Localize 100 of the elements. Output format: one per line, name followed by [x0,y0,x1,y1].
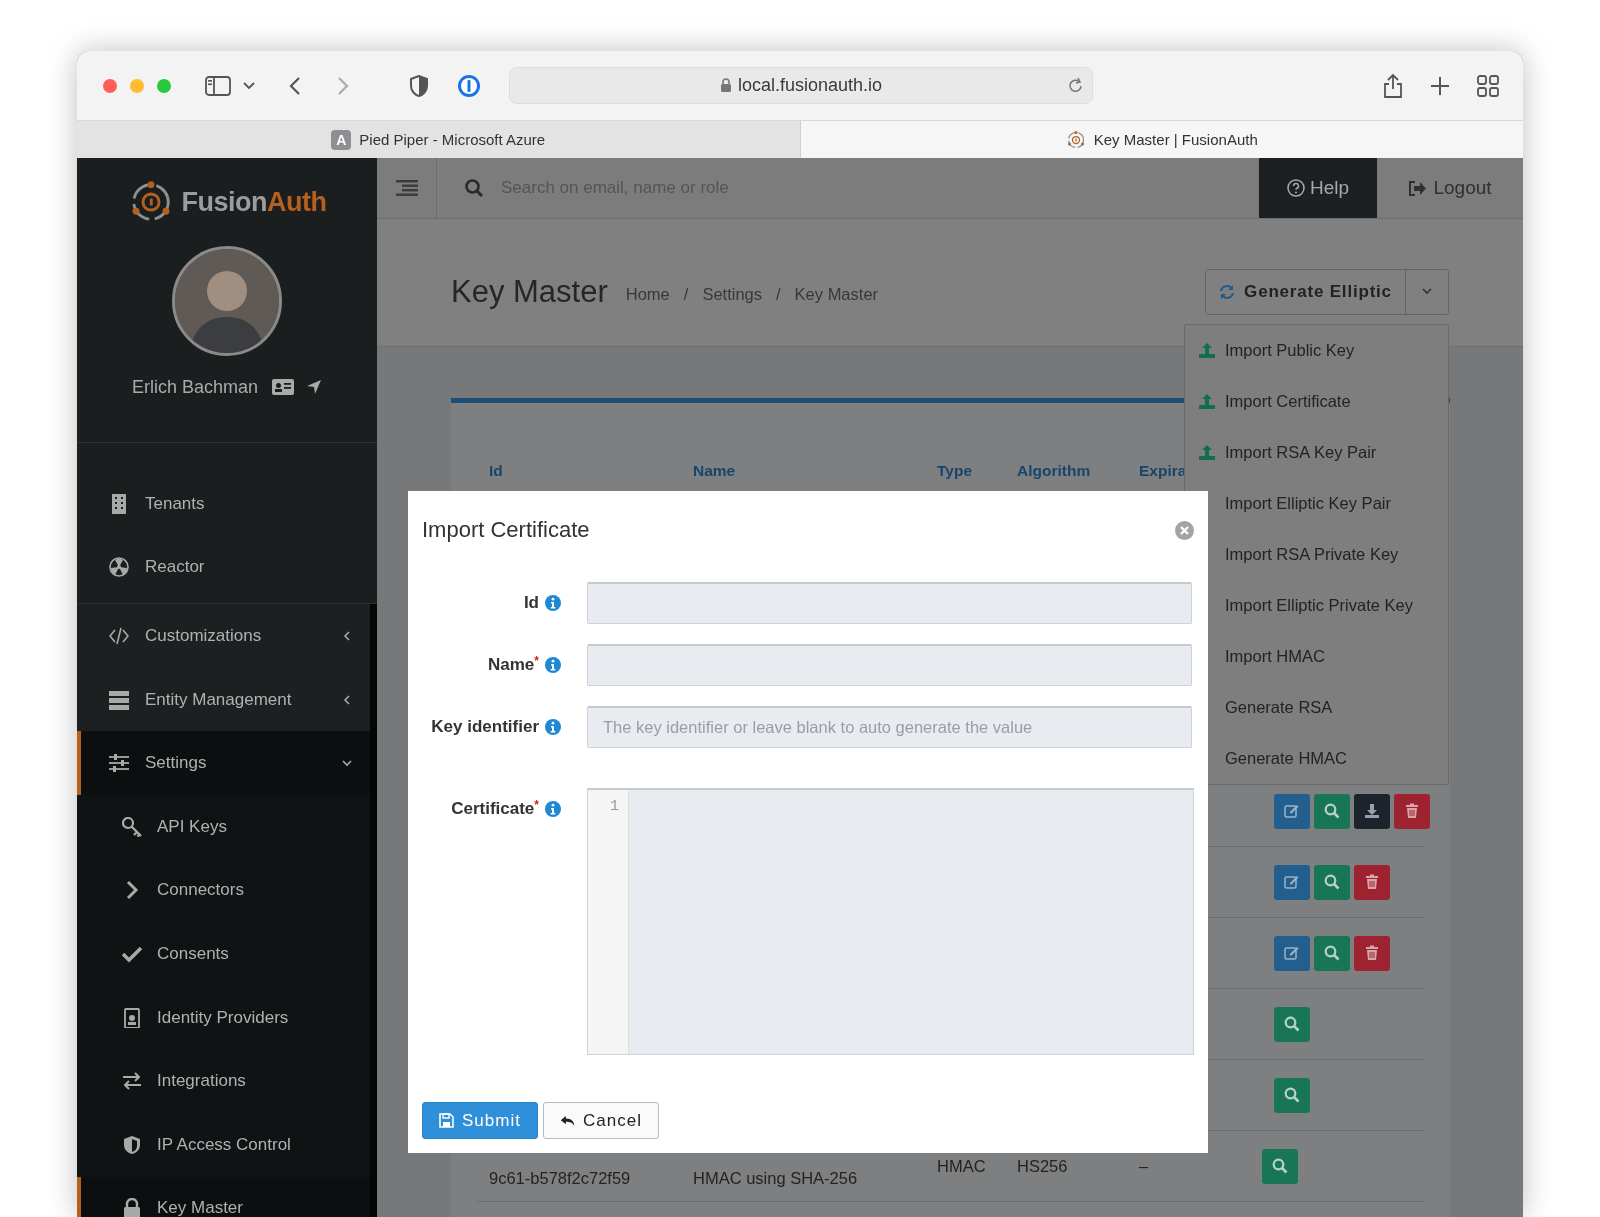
logo-icon [1065,129,1086,150]
edit-icon [1284,874,1300,890]
view-button[interactable] [1314,864,1350,900]
menu-item[interactable]: Import RSA Key Pair [1185,427,1448,478]
help-button[interactable]: Help [1259,158,1377,218]
browser-tab[interactable]: Key Master | FusionAuth [800,121,1523,158]
column-header[interactable]: Id [477,462,693,480]
forward-icon[interactable] [337,75,349,96]
view-button[interactable] [1314,793,1350,829]
delete-button[interactable] [1394,793,1430,829]
close-icon[interactable] [1175,520,1194,540]
nav-item[interactable]: Consents [77,922,370,986]
sidebar-toggle-icon[interactable] [205,75,231,96]
nav-item[interactable]: Reactor [77,535,377,600]
trash-icon [1364,945,1380,961]
delete-button[interactable] [1354,864,1390,900]
view-button[interactable] [1274,1006,1310,1042]
location-arrow-icon[interactable] [306,379,323,395]
building-icon [109,493,129,514]
field-label: Certificate [451,799,535,819]
input-field[interactable]: The key identifier or leave blank to auto generate the value [587,706,1192,748]
field-label: Key identifier [431,717,539,737]
reload-icon[interactable] [1068,77,1084,94]
breadcrumb-link[interactable]: Home [625,285,670,304]
browser-tab[interactable]: A Pied Piper - Microsoft Azure [77,121,801,158]
menu-item[interactable]: Import Certificate [1185,376,1448,427]
nav-item[interactable]: Key Master [77,1176,370,1217]
logout-button[interactable]: Logout [1377,158,1523,218]
view-button[interactable] [1314,935,1350,971]
id-card-icon[interactable] [272,379,295,395]
refresh-icon [1219,283,1236,300]
trash-icon [1404,803,1420,819]
line-number: 1 [610,797,620,817]
edit-button[interactable] [1274,935,1310,971]
input-field[interactable] [587,644,1192,686]
chevron-left-icon [342,631,352,641]
field-label: Name [488,655,535,675]
nav-item[interactable]: Entity Management [77,667,370,732]
submit-button[interactable]: Submit [422,1102,538,1139]
info-icon [545,719,561,735]
required-mark: * [534,654,539,668]
nav-item[interactable]: Customizations [77,604,370,668]
trash-icon [1364,874,1380,890]
input-field[interactable] [587,582,1192,624]
zoom-window-button[interactable] [157,78,171,93]
new-tab-icon[interactable] [1430,75,1450,96]
shield-icon[interactable] [409,74,429,97]
id-badge-icon [122,1007,142,1028]
column-header[interactable]: Name [693,462,937,480]
required-mark: * [534,798,539,812]
table-cell-text: – [1139,1156,1150,1176]
nav-item[interactable]: IP Access Control [77,1112,370,1177]
nav-item[interactable]: Settings [77,731,370,795]
edit-button[interactable] [1274,864,1310,900]
nav-item[interactable]: Tenants [77,472,377,536]
user-name[interactable]: Erlich Bachman [131,376,259,398]
search-icon [1324,874,1340,890]
breadcrumb-link[interactable]: Settings [702,285,762,304]
brand-name: FusionAuth [181,186,327,218]
download-button[interactable] [1354,793,1390,829]
edit-icon [1284,945,1300,961]
search-icon [1284,1087,1300,1103]
upload-icon [1199,393,1215,409]
view-button[interactable] [1274,1077,1310,1113]
column-header[interactable]: Algorithm [1017,462,1139,480]
menu-icon [395,180,418,196]
table-cell-text: HS256 [1017,1156,1069,1176]
lock-icon [122,1198,142,1217]
nav-item[interactable]: Identity Providers [77,985,370,1050]
back-icon[interactable] [289,75,301,96]
address-bar[interactable]: local.fusionauth.io [509,67,1093,104]
share-icon[interactable] [1383,72,1403,99]
sliders-icon [109,753,129,774]
chevron-left-icon [342,694,352,705]
nav-item[interactable]: API Keys [77,794,370,859]
edit-icon [1284,803,1300,819]
code-icon [109,626,129,646]
column-header[interactable]: Type [937,462,1017,480]
tab-overview-icon[interactable] [1477,74,1499,97]
view-button[interactable] [1262,1148,1298,1184]
table-cell-text: 9c61-b578f2c72f59 [488,1167,632,1188]
arrows-icon [122,1071,142,1092]
info-icon [545,801,561,817]
tab-title: Key Master | FusionAuth [1093,131,1258,148]
nav-item[interactable]: Integrations [77,1049,370,1113]
password-manager-icon[interactable] [457,73,481,98]
close-window-button[interactable] [103,78,117,93]
nav-item[interactable]: Connectors [77,858,370,923]
search-icon [1272,1158,1288,1174]
dialog-title: Import Certificate [422,517,590,543]
table-cell-text: HMAC [937,1156,987,1176]
info-icon [545,595,561,611]
delete-button[interactable] [1354,935,1390,971]
download-icon [1364,803,1380,819]
edit-button[interactable] [1274,793,1310,829]
menu-item[interactable]: Import Public Key [1185,325,1448,376]
chevron-down-icon[interactable] [243,81,255,90]
code-editor[interactable]: 1 [587,788,1194,1055]
cancel-button[interactable]: Cancel [543,1102,659,1139]
upload-icon [1199,342,1215,358]
